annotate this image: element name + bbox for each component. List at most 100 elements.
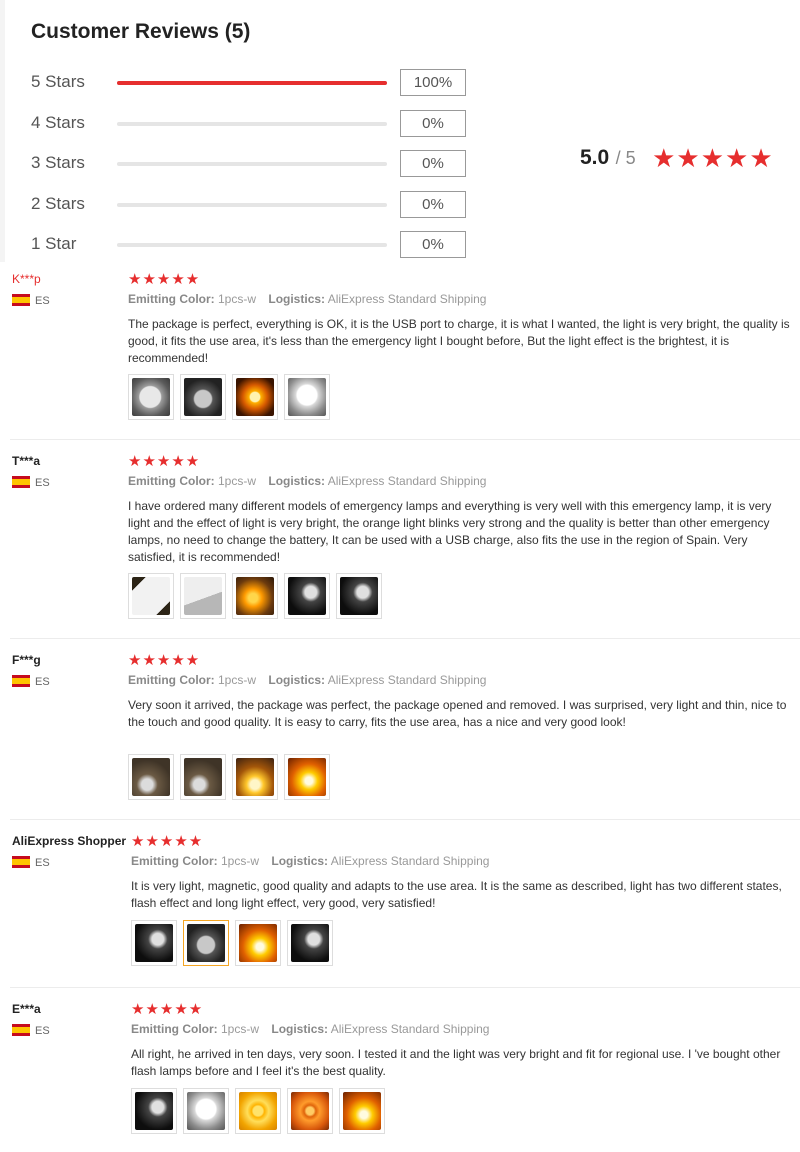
- review-photo-thumbnail[interactable]: [284, 573, 330, 619]
- rating-percent: 0%: [400, 110, 466, 137]
- photo-image: [288, 577, 326, 615]
- reviewer-country: ES: [12, 856, 50, 869]
- rating-filter-5-stars[interactable]: 5 Stars 100%: [31, 69, 471, 97]
- review-photos: [131, 920, 333, 966]
- spain-flag-icon: [12, 294, 30, 306]
- spain-flag-icon: [12, 476, 30, 488]
- reviewer-country: ES: [12, 675, 50, 688]
- review-text: Very soon it arrived, the package was pe…: [128, 698, 787, 729]
- review-divider: [10, 987, 800, 988]
- review-photo-thumbnail[interactable]: [287, 1088, 333, 1134]
- rating-filter-1-star[interactable]: 1 Star 0%: [31, 231, 471, 259]
- review-stars-icon: ★★★★★: [131, 833, 204, 850]
- average-rating: 5.0 / 5 ★★★★★: [580, 143, 774, 174]
- spain-flag-icon: [12, 1024, 30, 1036]
- logistics-value: AliExpress Standard Shipping: [327, 673, 487, 687]
- review-photos: [128, 573, 382, 619]
- rating-filter-4-stars[interactable]: 4 Stars 0%: [31, 110, 471, 138]
- photo-image: [187, 1092, 225, 1130]
- emitting-color-value: 1pcs-w: [221, 1022, 260, 1036]
- review-photo-thumbnail[interactable]: [128, 573, 174, 619]
- photo-image: [236, 758, 274, 796]
- photo-image: [132, 758, 170, 796]
- review-stars-icon: ★★★★★: [128, 652, 201, 669]
- photo-image: [184, 758, 222, 796]
- reviews-summary: Customer Reviews (5) 5 Stars 100% 4 Star…: [0, 0, 800, 262]
- rating-bar: [117, 81, 387, 85]
- photo-image: [132, 577, 170, 615]
- review-photo-thumbnail[interactable]: [339, 1088, 385, 1134]
- review-item: T***a ES ★★★★★ Emitting Color: 1pcs-w Lo…: [0, 453, 800, 639]
- average-score: 5.0: [580, 146, 610, 169]
- review-item: E***a ES ★★★★★ Emitting Color: 1pcs-w Lo…: [0, 1001, 800, 1152]
- photo-image: [135, 924, 173, 962]
- review-divider: [10, 819, 800, 820]
- review-photo-thumbnail[interactable]: [180, 374, 226, 420]
- reviewer-name: K***p: [12, 272, 41, 286]
- emitting-color-value: 1pcs-w: [218, 673, 257, 687]
- reviewer-country: ES: [12, 294, 50, 307]
- review-photo-thumbnail[interactable]: [131, 920, 177, 966]
- rating-percent: 0%: [400, 150, 466, 177]
- reviews-title: Customer Reviews (5): [31, 20, 251, 43]
- photo-image: [184, 577, 222, 615]
- rating-label: 3 Stars: [31, 153, 85, 172]
- review-meta: Emitting Color: 1pcs-w Logistics: AliExp…: [128, 474, 487, 488]
- rating-filter-2-stars[interactable]: 2 Stars 0%: [31, 191, 471, 219]
- review-text: I have ordered many different models of …: [128, 499, 772, 564]
- review-photo-thumbnail[interactable]: [284, 754, 330, 800]
- review-photo-thumbnail[interactable]: [235, 920, 281, 966]
- review-stars-icon: ★★★★★: [128, 271, 201, 288]
- rating-percent: 100%: [400, 69, 466, 96]
- photo-image: [340, 577, 378, 615]
- review-photo-thumbnail[interactable]: [180, 754, 226, 800]
- review-photo-thumbnail[interactable]: [284, 374, 330, 420]
- photo-image: [236, 577, 274, 615]
- emitting-color-value: 1pcs-w: [221, 854, 260, 868]
- photo-image: [184, 378, 222, 416]
- rating-bar: [117, 243, 387, 247]
- rating-bar: [117, 122, 387, 126]
- review-photo-thumbnail[interactable]: [232, 754, 278, 800]
- rating-filter-3-stars[interactable]: 3 Stars 0%: [31, 150, 471, 178]
- review-photos: [131, 1088, 385, 1134]
- photo-image: [291, 1092, 329, 1130]
- review-photo-thumbnail[interactable]: [232, 573, 278, 619]
- reviewer-name: F***g: [12, 653, 41, 667]
- review-photo-thumbnail[interactable]: [336, 573, 382, 619]
- review-text: All right, he arrived in ten days, very …: [131, 1047, 781, 1078]
- summary-left-border: [0, 0, 5, 262]
- photo-image: [135, 1092, 173, 1130]
- rating-bar-fill: [117, 81, 387, 85]
- photo-image: [132, 378, 170, 416]
- review-photo-thumbnail[interactable]: [235, 1088, 281, 1134]
- review-text: It is very light, magnetic, good quality…: [131, 879, 782, 910]
- photo-image: [288, 758, 326, 796]
- review-photo-thumbnail[interactable]: [183, 1088, 229, 1134]
- photo-image: [343, 1092, 381, 1130]
- photo-image: [239, 1092, 277, 1130]
- review-divider: [10, 439, 800, 440]
- review-photo-thumbnail[interactable]: [183, 920, 229, 966]
- spain-flag-icon: [12, 856, 30, 868]
- logistics-value: AliExpress Standard Shipping: [327, 292, 487, 306]
- emitting-color-value: 1pcs-w: [218, 474, 257, 488]
- review-meta: Emitting Color: 1pcs-w Logistics: AliExp…: [131, 854, 490, 868]
- review-photo-thumbnail[interactable]: [180, 573, 226, 619]
- rating-percent: 0%: [400, 191, 466, 218]
- rating-label: 1 Star: [31, 234, 77, 253]
- photo-image: [239, 924, 277, 962]
- reviewer-country: ES: [12, 1024, 50, 1037]
- review-item: K***p ES ★★★★★ Emitting Color: 1pcs-w Lo…: [0, 271, 800, 440]
- logistics-value: AliExpress Standard Shipping: [330, 854, 490, 868]
- reviewer-name: E***a: [12, 1002, 41, 1016]
- review-photo-thumbnail[interactable]: [232, 374, 278, 420]
- rating-label: 4 Stars: [31, 113, 85, 132]
- review-photo-thumbnail[interactable]: [287, 920, 333, 966]
- rating-bar: [117, 162, 387, 166]
- review-photo-thumbnail[interactable]: [131, 1088, 177, 1134]
- reviewer-country: ES: [12, 476, 50, 489]
- review-photo-thumbnail[interactable]: [128, 374, 174, 420]
- average-max: / 5: [615, 148, 636, 168]
- review-photo-thumbnail[interactable]: [128, 754, 174, 800]
